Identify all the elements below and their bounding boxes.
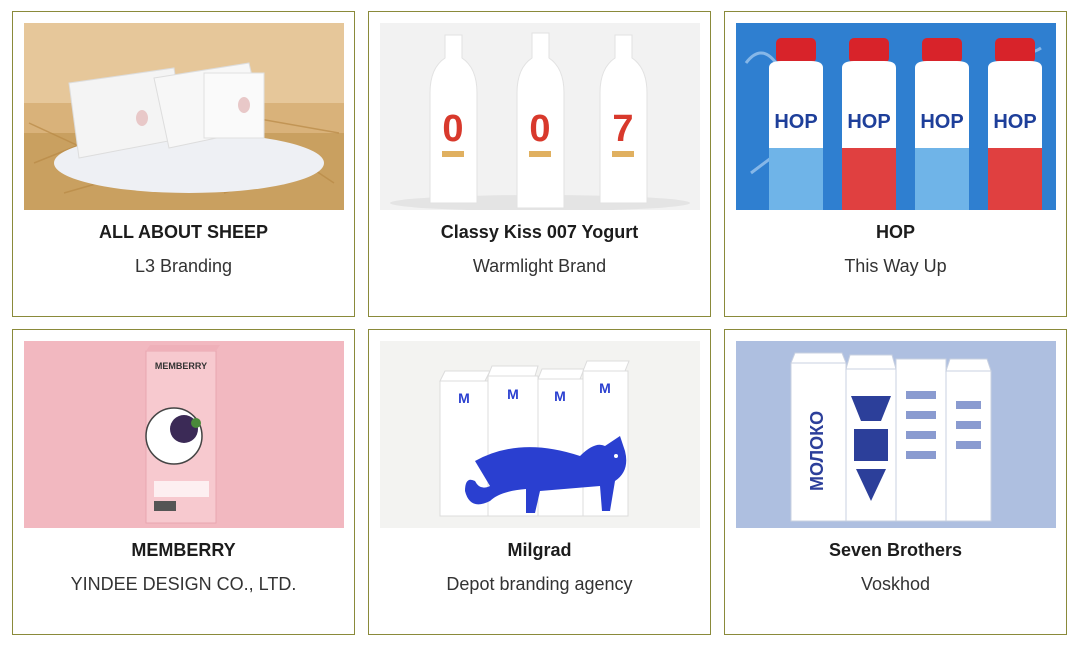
logo-text: M — [507, 386, 519, 402]
milgrad-cartons-image[interactable]: M M M M — [380, 341, 700, 528]
project-card-seven-brothers[interactable]: МОЛОКО Seven Brothers Voskhod — [724, 329, 1067, 635]
card-subtitle: Voskhod — [860, 574, 931, 594]
project-card-sheep[interactable]: ALL ABOUT SHEEP L3 Branding — [12, 11, 355, 317]
yogurt-bottles-image[interactable]: 0 0 7 — [380, 23, 700, 210]
logo-text: M — [458, 390, 470, 406]
card-subtitle: YINDEE DESIGN CO., LTD. — [70, 574, 297, 594]
bottle-label-text: 0 — [529, 108, 550, 150]
card-title[interactable]: ALL ABOUT SHEEP — [13, 222, 354, 243]
project-card-memberry[interactable]: MEMBERRY MEMBERRY YINDEE DESIGN CO., LTD… — [12, 329, 355, 635]
sheep-packaging-image[interactable] — [24, 23, 344, 210]
carton-text: МОЛОКО — [807, 411, 827, 491]
bottle-label-text: 7 — [612, 108, 633, 150]
project-card-hop[interactable]: HOP HOP HOP HOP HOP This Way Up — [724, 11, 1067, 317]
card-title[interactable]: Milgrad — [369, 540, 710, 561]
card-title[interactable]: HOP — [725, 222, 1066, 243]
seven-brothers-cartons-image[interactable]: МОЛОКО — [736, 341, 1056, 528]
card-title[interactable]: Seven Brothers — [725, 540, 1066, 561]
card-subtitle: L3 Branding — [134, 256, 233, 276]
hop-label-text: HOP — [774, 111, 817, 133]
hop-drinks-image[interactable]: HOP HOP HOP HOP — [736, 23, 1056, 210]
hop-label-text: HOP — [993, 111, 1036, 133]
card-subtitle: This Way Up — [844, 256, 947, 276]
project-card-yogurt[interactable]: 0 0 7 Classy Kiss 007 Yogurt Warmlight B… — [368, 11, 711, 317]
brand-text: MEMBERRY — [155, 361, 207, 371]
card-title[interactable]: MEMBERRY — [13, 540, 354, 561]
logo-text: M — [554, 388, 566, 404]
logo-text: M — [599, 380, 611, 396]
project-card-milgrad[interactable]: M M M M Milgrad Depot branding agency — [368, 329, 711, 635]
memberry-carton-image[interactable]: MEMBERRY — [24, 341, 344, 528]
card-subtitle: Warmlight Brand — [472, 256, 607, 276]
hop-label-text: HOP — [920, 111, 963, 133]
card-title[interactable]: Classy Kiss 007 Yogurt — [369, 222, 710, 243]
card-subtitle: Depot branding agency — [446, 574, 633, 594]
hop-label-text: HOP — [847, 111, 890, 133]
bottle-label-text: 0 — [442, 108, 463, 150]
